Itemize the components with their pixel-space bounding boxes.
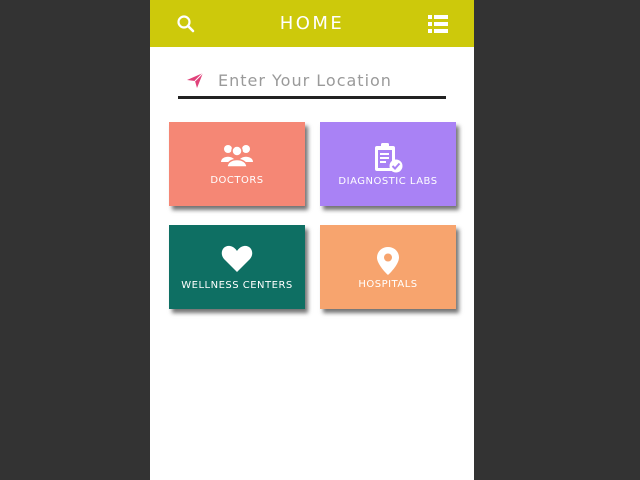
location-input[interactable] [218, 68, 438, 92]
list-menu-icon[interactable] [428, 15, 448, 33]
wellness-centers-card[interactable]: WELLNESS CENTERS [169, 225, 305, 309]
hospitals-card[interactable]: HOSPITALS [320, 225, 456, 309]
app-screen: HOME Enter Your Location DOCTORS DIAGNOS… [150, 0, 474, 480]
map-pin-icon [320, 247, 456, 275]
card-label: HOSPITALS [358, 279, 418, 290]
page-title: HOME [279, 13, 345, 34]
diagnostic-labs-card[interactable]: DIAGNOSTIC LABS [320, 122, 456, 206]
top-app-bar: HOME [150, 0, 474, 47]
users-icon [169, 142, 305, 170]
paper-plane-icon [186, 71, 204, 89]
card-label: DIAGNOSTIC LABS [338, 176, 438, 187]
location-field[interactable] [178, 66, 446, 99]
doctors-card[interactable]: DOCTORS [169, 122, 305, 206]
clipboard-check-icon [320, 142, 456, 174]
heart-icon [169, 245, 305, 273]
card-label: WELLNESS CENTERS [181, 280, 293, 291]
card-label: DOCTORS [210, 175, 264, 186]
